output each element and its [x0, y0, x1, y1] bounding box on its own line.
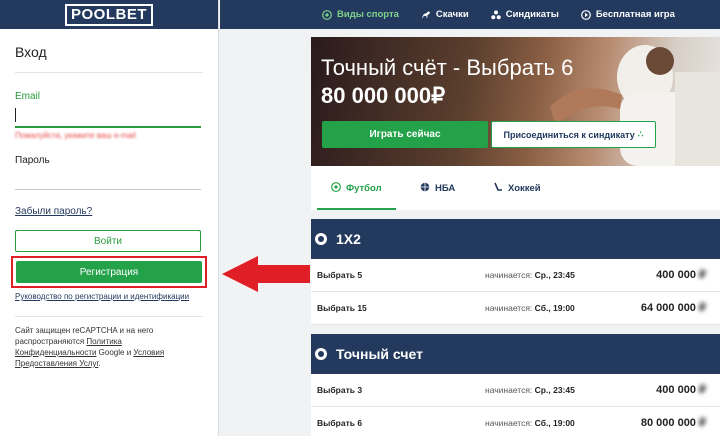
section-header-1x2: 1X2: [311, 219, 720, 259]
pool-start-time: начинается: Сб., 19:00: [485, 303, 575, 313]
basketball-icon: [420, 182, 430, 195]
pool-name: Выбрать 6: [317, 418, 363, 428]
recaptcha-notice: Сайт защищен reCAPTCHA и на него распрос…: [15, 325, 195, 369]
text-caret: [15, 108, 16, 122]
active-tab-underline: [317, 208, 396, 210]
nav-item-horse-racing[interactable]: Скачки: [421, 0, 469, 29]
hero-banner: Точный счёт - Выбрать 6 80 000 000₽ Игра…: [311, 37, 720, 166]
pool-prize: 400 000 ₽: [656, 383, 706, 396]
horse-icon: [421, 10, 431, 20]
login-panel: POOLBET Вход Email Пожалуйста, укажите в…: [0, 0, 219, 436]
starts-label: начинается:: [485, 418, 533, 428]
hero-title: Точный счёт - Выбрать 6: [321, 55, 574, 80]
syndicate-icon: [491, 10, 501, 20]
starts-time: Ср., 23:45: [534, 385, 575, 395]
starts-label: начинается:: [485, 303, 533, 313]
soccer-ball-icon: [315, 348, 327, 360]
divider: [15, 72, 203, 73]
pool-row[interactable]: Выбрать 6 начинается: Сб., 19:00 80 000 …: [311, 407, 720, 436]
tab-label: Хоккей: [508, 182, 541, 194]
prize-currency: ₽: [699, 302, 706, 314]
email-error-message: Пожалуйста, укажите ваш e-mail: [15, 131, 136, 140]
login-button[interactable]: Войти: [15, 230, 201, 252]
red-arrow-icon: [222, 256, 310, 292]
password-label: Пароль: [15, 155, 50, 166]
recaptcha-text: .: [98, 359, 101, 368]
tab-hockey[interactable]: Хоккей: [493, 166, 541, 210]
starts-time: Сб., 19:00: [534, 418, 575, 428]
nav-item-label: Скачки: [435, 9, 469, 20]
pool-row[interactable]: Выбрать 3 начинается: Ср., 23:45 400 000…: [311, 374, 720, 407]
prize-currency: ₽: [699, 269, 706, 281]
tab-label: Футбол: [346, 182, 382, 194]
prize-currency: ₽: [699, 384, 706, 396]
register-button[interactable]: Регистрация: [16, 261, 202, 283]
starts-label: начинается:: [485, 385, 533, 395]
prize-amount: 400 000: [656, 384, 696, 396]
pool-prize: 80 000 000 ₽: [641, 416, 706, 429]
pool-name: Выбрать 3: [317, 385, 363, 395]
section-title: 1X2: [336, 231, 361, 247]
top-nav: Виды спорта Скачки Синдикаты Бесплатная …: [220, 0, 720, 29]
starts-time: Сб., 19:00: [534, 303, 575, 313]
forgot-password-link[interactable]: Забыли пароль?: [15, 206, 92, 217]
divider: [15, 316, 203, 317]
sport-tabs: Футбол НБА Хоккей: [311, 166, 720, 210]
pool-start-time: начинается: Ср., 23:45: [485, 385, 575, 395]
register-highlight-frame: Регистрация: [11, 256, 207, 288]
jackpot-amount: 80 000 000₽: [321, 83, 446, 108]
registration-guide-link[interactable]: Руководство по регистрации и идентификац…: [15, 292, 189, 301]
email-label: Email: [15, 91, 41, 102]
starts-label: начинается:: [485, 270, 533, 280]
tab-nba[interactable]: НБА: [420, 166, 455, 210]
section-title: Точный счет: [336, 346, 423, 362]
soccer-ball-icon: [315, 233, 327, 245]
recaptcha-text: Google и: [96, 348, 134, 357]
prize-amount: 64 000 000: [640, 302, 696, 314]
nav-item-sports[interactable]: Виды спорта: [322, 0, 399, 29]
logo-bar: POOLBET: [0, 0, 218, 29]
poolbet-logo[interactable]: POOLBET: [64, 3, 153, 26]
prize-amount: 400 000: [656, 269, 696, 281]
tab-label: НБА: [435, 182, 456, 194]
login-title: Вход: [15, 44, 47, 60]
starts-time: Ср., 23:45: [534, 270, 575, 280]
pool-row[interactable]: Выбрать 15 начинается: Сб., 19:00 64 000…: [311, 292, 720, 325]
page: POOLBET Вход Email Пожалуйста, укажите в…: [0, 0, 720, 436]
prize-amount: 80 000 000: [640, 417, 696, 429]
nav-item-free-game[interactable]: Бесплатная игра: [580, 0, 675, 29]
join-syndicate-label: Присоединиться к синдикату: [503, 129, 635, 140]
section-header-exact-score: Точный счет: [311, 334, 720, 374]
tab-football[interactable]: Футбол: [317, 166, 396, 210]
soccer-ball-icon: [322, 9, 332, 20]
nav-item-label: Бесплатная игра: [595, 9, 675, 20]
password-field[interactable]: [15, 168, 201, 190]
pool-name: Выбрать 15: [317, 303, 367, 313]
pool-start-time: начинается: Сб., 19:00: [485, 418, 575, 428]
syndicate-icon: ∴: [637, 129, 644, 139]
join-syndicate-button[interactable]: Присоединиться к синдикату ∴: [491, 121, 656, 148]
pool-name: Выбрать 5: [317, 270, 363, 280]
nav-item-syndicates[interactable]: Синдикаты: [491, 0, 559, 29]
pool-start-time: начинается: Ср., 23:45: [485, 270, 575, 280]
nav-item-label: Виды спорта: [337, 9, 399, 20]
prize-currency: ₽: [699, 417, 706, 429]
pool-prize: 64 000 000 ₽: [641, 301, 706, 314]
recaptcha-text: Сайт защищен reCAPTCHA и на него распрос…: [15, 326, 154, 346]
pool-row[interactable]: Выбрать 5 начинается: Ср., 23:45 400 000…: [311, 259, 720, 292]
hockey-stick-icon: [493, 182, 503, 195]
email-field[interactable]: [15, 104, 201, 128]
free-game-icon: [580, 9, 591, 20]
soccer-ball-icon: [331, 181, 341, 195]
pool-prize: 400 000 ₽: [656, 268, 706, 281]
nav-item-label: Синдикаты: [505, 9, 559, 20]
play-now-button[interactable]: Играть сейчас: [322, 121, 488, 148]
